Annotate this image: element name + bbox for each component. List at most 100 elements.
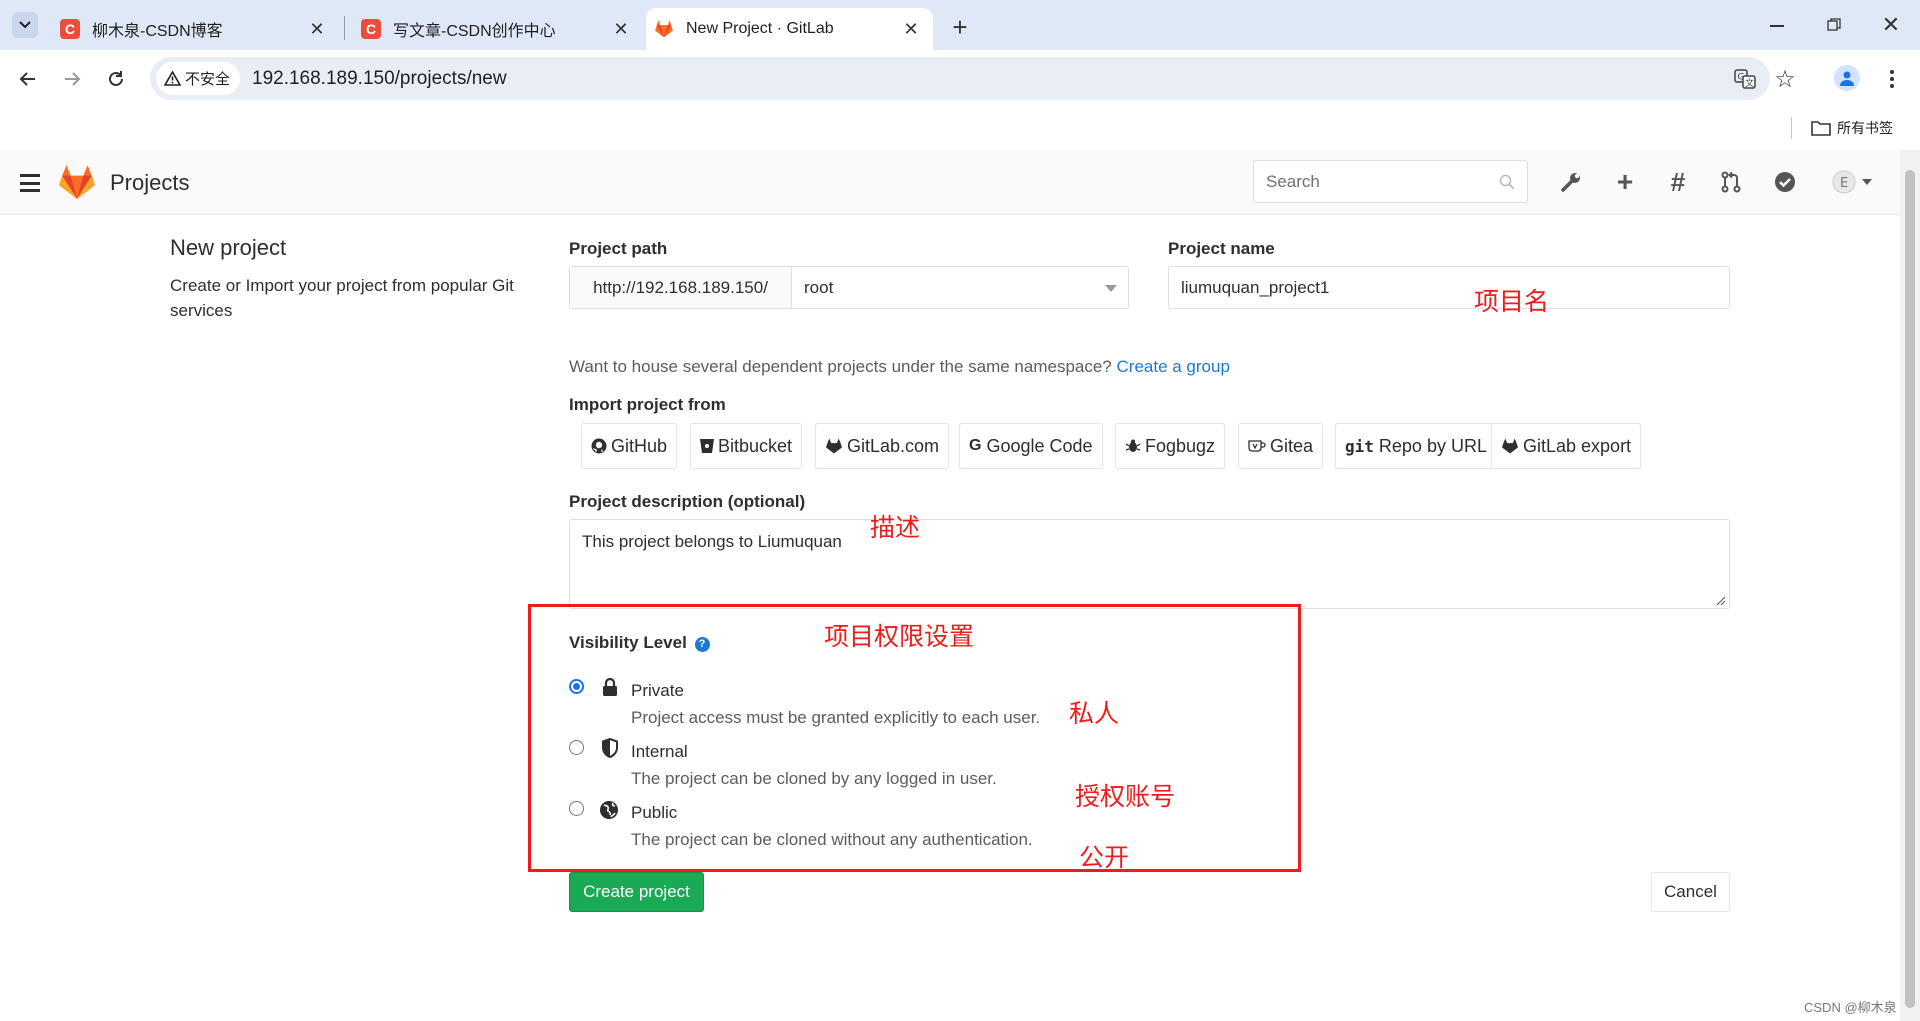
todo-check-icon[interactable] [1769, 166, 1801, 198]
all-bookmarks-label: 所有书签 [1837, 120, 1893, 136]
caret-down-icon [1862, 179, 1872, 185]
project-name-input[interactable]: liumuquan_project1 [1168, 266, 1730, 309]
address-bar[interactable]: 不安全 192.168.189.150/projects/new G文 [150, 57, 1770, 100]
bug-icon [1125, 439, 1141, 452]
gitlab-icon [826, 438, 842, 454]
project-name-value: liumuquan_project1 [1181, 278, 1330, 297]
gitlab-logo-icon[interactable] [58, 164, 96, 205]
back-button[interactable] [9, 60, 47, 98]
import-gitlab-export-button[interactable]: GitLab export [1491, 423, 1642, 469]
forward-button[interactable] [53, 60, 91, 98]
csdn-favicon-icon: C [60, 19, 80, 39]
project-path-label: Project path [569, 239, 668, 258]
csdn-favicon-icon: C [361, 19, 381, 39]
page-scrollbar[interactable] [1900, 150, 1920, 1021]
search-placeholder: Search [1266, 172, 1320, 191]
browser-menu-icon[interactable] [1880, 64, 1904, 94]
close-tab-icon[interactable]: ✕ [609, 17, 633, 41]
tab-csdn-editor[interactable]: C 写文章-CSDN创作中心 ✕ [345, 8, 643, 50]
tab-csdn-blog[interactable]: C 柳木泉-CSDN博客 ✕ [44, 8, 339, 50]
user-avatar-dropdown[interactable]: E [1826, 166, 1878, 198]
close-tab-icon[interactable]: ✕ [899, 17, 923, 41]
reload-button[interactable] [97, 60, 135, 98]
url-text[interactable]: 192.168.189.150/projects/new [252, 68, 507, 90]
import-label: Import project from [569, 395, 726, 414]
broken-image-icon: E [1832, 170, 1856, 194]
folder-icon [1811, 121, 1831, 136]
import-bitbucket-button[interactable]: Bitbucket [690, 423, 803, 469]
import-label-text: Repo by URL [1378, 435, 1487, 456]
import-label-text: Fogbugz [1145, 435, 1216, 456]
svg-text:E: E [1840, 176, 1848, 191]
group-hint: Want to house several dependent projects… [569, 357, 1230, 377]
import-fogbugz-button[interactable]: Fogbugz [1115, 423, 1226, 469]
svg-text:文: 文 [1745, 77, 1754, 89]
caret-down-icon [1105, 285, 1117, 292]
tab-search-button[interactable] [12, 12, 38, 38]
close-window-icon[interactable]: ✕ [1877, 12, 1905, 38]
search-input[interactable]: Search [1253, 160, 1528, 203]
hash-icon[interactable]: # [1662, 166, 1694, 198]
import-label-text: GitLab.com [847, 435, 940, 456]
bookmarks-bar: 所有书签 [0, 108, 1920, 150]
description-label: Project description (optional) [569, 492, 806, 511]
import-label-text: GitHub [611, 435, 668, 456]
resize-handle-icon[interactable] [1716, 596, 1726, 606]
arrow-right-icon [65, 72, 81, 86]
description-value: This project belongs to Liumuquan [582, 532, 842, 551]
gitlab-icon [1502, 438, 1518, 454]
restore-window-icon[interactable] [1820, 14, 1848, 36]
description-textarea[interactable]: This project belongs to Liumuquan [569, 519, 1730, 609]
import-github-button[interactable]: GitHub [581, 423, 678, 469]
tab-gitlab-new-project[interactable]: New Project · GitLab ✕ [646, 8, 933, 50]
namespace-select[interactable]: root [792, 267, 1129, 308]
browser-toolbar: 不安全 192.168.189.150/projects/new G文 ☆ [0, 50, 1920, 108]
minimize-window-icon[interactable] [1763, 16, 1791, 36]
import-google-code-button[interactable]: G Google Code [959, 423, 1103, 469]
new-tab-button[interactable]: + [945, 12, 975, 42]
page-title: New project [170, 235, 287, 260]
import-label-text: Gitea [1270, 435, 1314, 456]
import-label-text: Bitbucket [718, 435, 793, 456]
annotation-project-name: 项目名 [1474, 287, 1550, 316]
google-icon: G [969, 437, 982, 454]
merge-request-icon[interactable] [1715, 166, 1747, 198]
import-repo-url-button[interactable]: git Repo by URL [1335, 423, 1497, 469]
all-bookmarks-button[interactable]: 所有书签 [1811, 114, 1893, 142]
page-description: Create or Import your project from popul… [170, 276, 514, 320]
gitlab-favicon-icon [654, 19, 674, 39]
chevron-down-icon [19, 21, 31, 29]
close-tab-icon[interactable]: ✕ [305, 17, 329, 41]
reload-icon [109, 71, 123, 86]
scrollbar-thumb[interactable] [1905, 170, 1915, 1008]
create-group-link[interactable]: Create a group [1117, 357, 1230, 376]
bitbucket-icon [700, 439, 714, 453]
import-label-text: GitLab export [1523, 435, 1632, 456]
annotation-visibility: 项目权限设置 [824, 622, 975, 651]
tab-title: 柳木泉-CSDN博客 [92, 23, 223, 40]
namespace-value: root [804, 278, 834, 297]
browser-tab-strip: C 柳木泉-CSDN博客 ✕ C 写文章-CSDN创作中心 ✕ New Proj… [0, 0, 1920, 50]
plus-icon[interactable]: + [1609, 166, 1641, 198]
warning-icon [164, 71, 181, 86]
hamburger-menu-icon[interactable] [20, 174, 40, 192]
git-icon: git [1345, 436, 1374, 456]
import-gitea-button[interactable]: Gitea [1238, 423, 1324, 469]
github-icon [591, 438, 607, 454]
security-badge-text: 不安全 [185, 71, 231, 88]
annotation-public: 公开 [1079, 843, 1130, 872]
security-badge[interactable]: 不安全 [156, 62, 241, 95]
admin-wrench-icon[interactable] [1555, 166, 1587, 198]
search-icon [1499, 174, 1515, 190]
group-hint-text: Want to house several dependent projects… [569, 357, 1112, 376]
watermark: CSDN @柳木泉 [1804, 1000, 1897, 1015]
import-gitlab-com-button[interactable]: GitLab.com [815, 423, 950, 469]
profile-avatar-icon[interactable] [1834, 65, 1860, 91]
project-name-label: Project name [1168, 239, 1275, 258]
bookmark-star-icon[interactable]: ☆ [1770, 64, 1800, 94]
header-title[interactable]: Projects [110, 170, 189, 196]
gitlab-header: Projects Search + # E [0, 150, 1900, 215]
translate-icon[interactable]: G文 [1732, 66, 1758, 92]
create-project-button[interactable]: Create project [569, 872, 704, 912]
cancel-button[interactable]: Cancel [1651, 872, 1730, 912]
